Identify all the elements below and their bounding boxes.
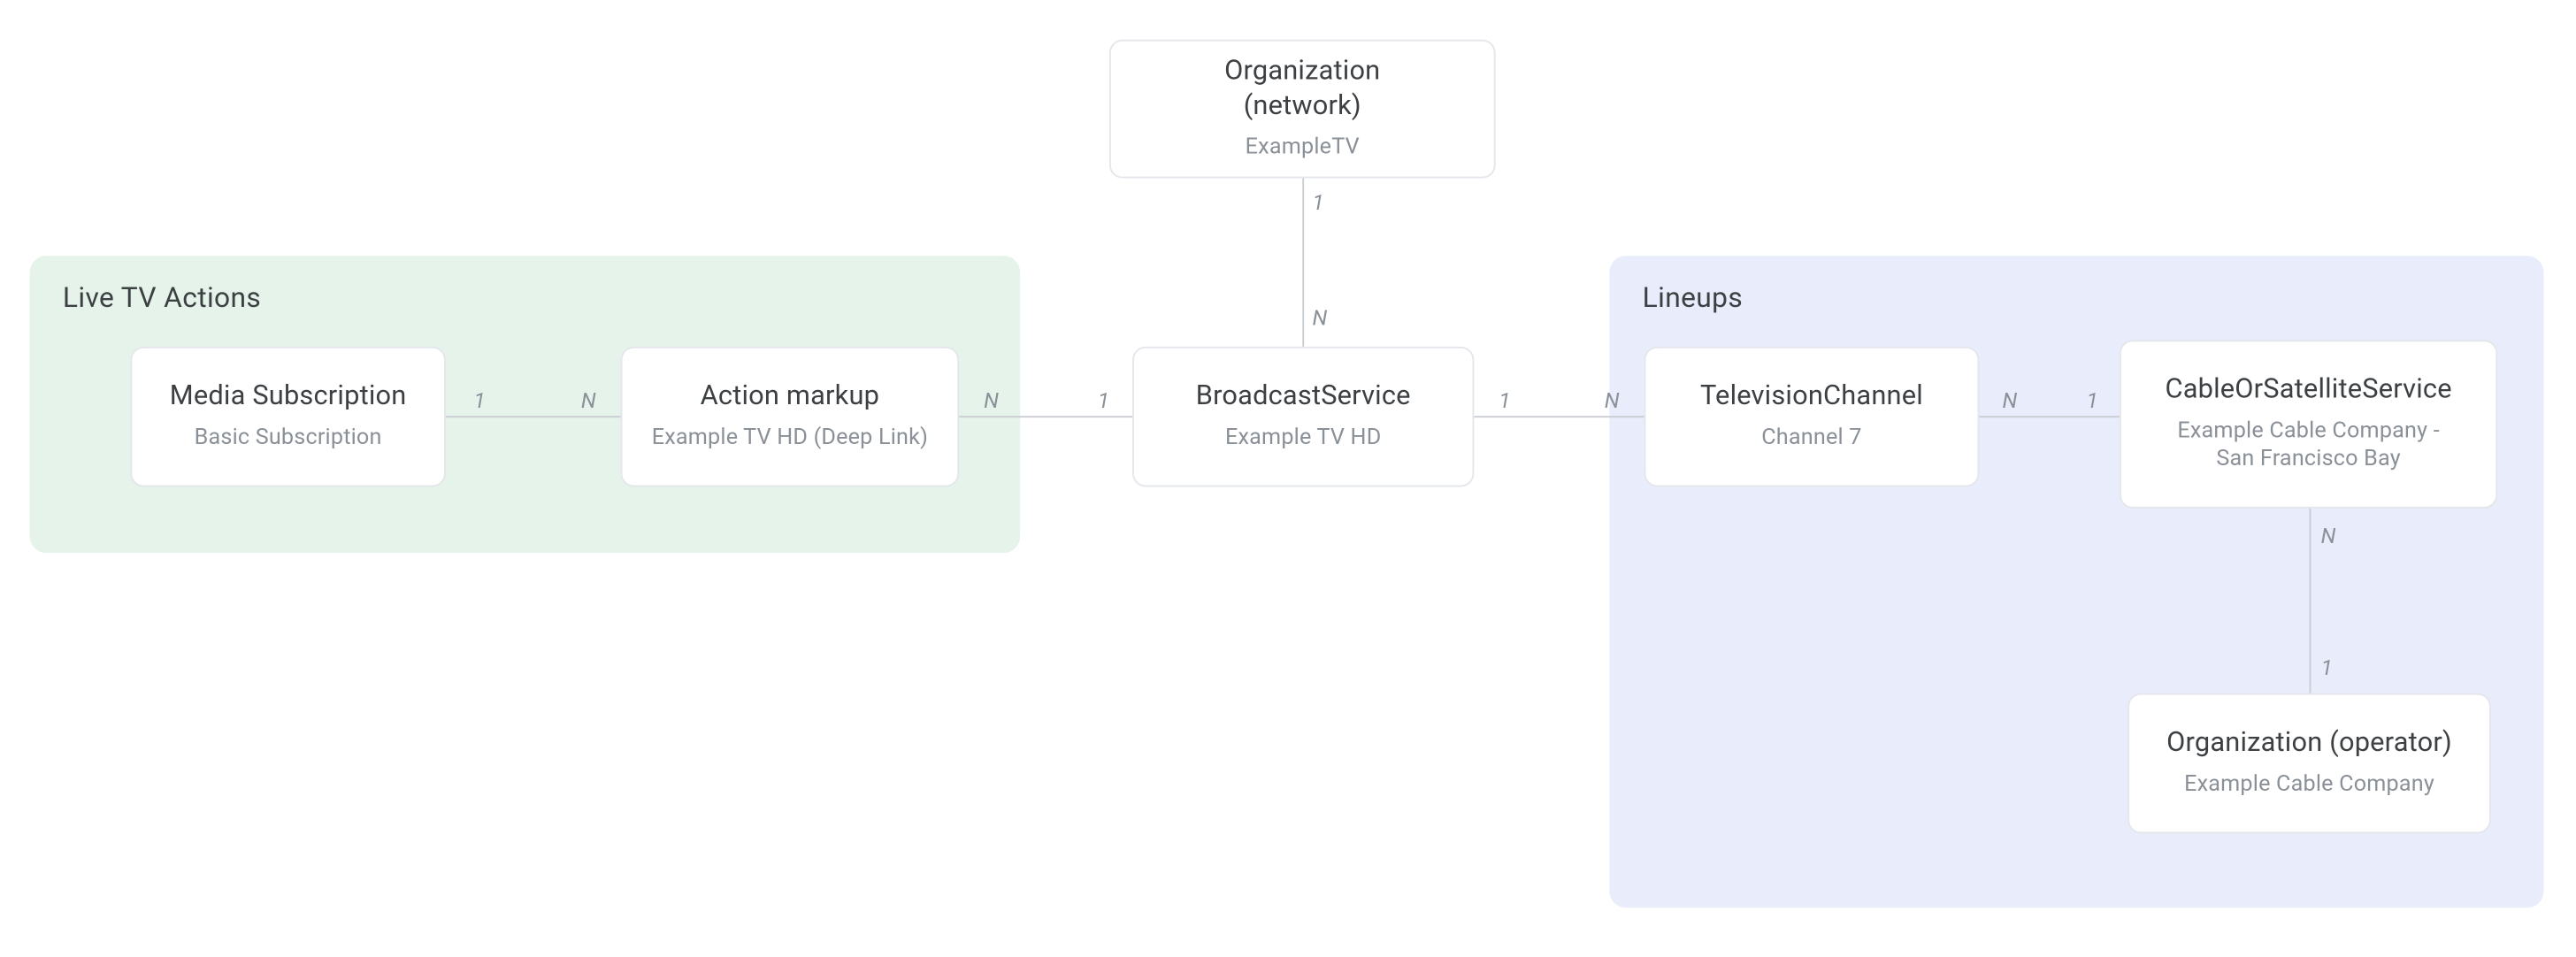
node-cable-or-satellite-service: CableOrSatelliteService Example Cable Co… [2120,340,2497,508]
card-broadcast-tv-1: 1 [1499,389,1510,414]
card-tv-cable-N: N [2002,389,2017,414]
node-title-line2: (network) [1244,90,1361,121]
diagram-canvas: Live TV Actions Lineups 1 N 1 N N 1 1 N … [0,0,2575,957]
card-cable-org-1: 1 [2321,657,2333,682]
node-broadcast-service: BroadcastService Example TV HD [1132,347,1474,487]
card-media-action-N: N [581,389,596,414]
node-subtitle: Basic Subscription [195,425,382,452]
edge-tvchannel-to-cable [1979,416,2120,417]
node-action-markup: Action markup Example TV HD (Deep Link) [621,347,960,487]
node-title: Media Subscription [170,381,407,415]
card-org-broadcast-1: 1 [1312,191,1323,216]
node-title: BroadcastService [1196,381,1411,415]
group-title-lineups: Lineups [1643,282,2511,315]
node-subtitle: Example TV HD (Deep Link) [652,425,928,452]
group-title-live-tv: Live TV Actions [63,282,987,315]
node-title: CableOrSatelliteService [2165,374,2451,408]
card-cable-org-N: N [2321,524,2336,549]
edge-media-to-action [446,416,621,417]
node-title: Organization (network) [1224,56,1380,124]
card-broadcast-tv-N: N [1605,389,1620,414]
node-organization-operator: Organization (operator) Example Cable Co… [2128,693,2491,834]
edge-org-network-to-broadcast [1302,179,1304,347]
card-org-broadcast-N: N [1312,307,1327,332]
card-action-broadcast-N: N [984,389,999,414]
card-action-broadcast-1: 1 [1098,389,1109,414]
node-television-channel: TelevisionChannel Channel 7 [1644,347,1980,487]
edge-action-to-broadcast [959,416,1132,417]
node-subtitle: ExampleTV [1246,134,1360,161]
node-subtitle: Example Cable Company - San Francisco Ba… [2177,418,2440,474]
node-subtitle: Example TV HD [1225,425,1381,452]
node-title-line1: Organization [1224,56,1380,87]
node-media-subscription: Media Subscription Basic Subscription [130,347,445,487]
card-tv-cable-1: 1 [2087,389,2098,414]
edge-cable-to-org-operator [2310,509,2312,693]
node-title: Action markup [701,381,879,415]
node-organization-network: Organization (network) ExampleTV [1109,40,1496,179]
node-title: Organization (operator) [2166,727,2452,761]
node-title: TelevisionChannel [1700,381,1923,415]
node-subtitle: Example Cable Company [2184,771,2434,799]
node-subtitle: Channel 7 [1761,425,1861,452]
card-media-action-1: 1 [474,389,486,414]
edge-broadcast-to-tvchannel [1474,416,1644,417]
node-sub-line1: Example Cable Company - [2177,418,2440,445]
node-sub-line2: San Francisco Bay [2216,446,2401,472]
